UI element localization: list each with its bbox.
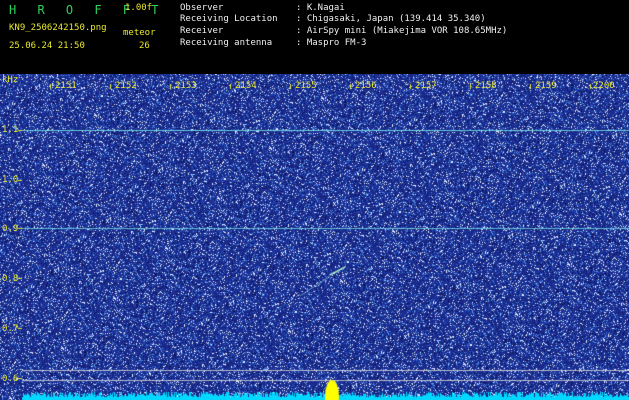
location-value: : Chigasaki, Japan (139.414 35.340) [296, 14, 486, 24]
observer-label: Observer [180, 3, 224, 13]
observer-value: : K.Nagai [296, 3, 345, 13]
x-tick-label: 2154 [235, 81, 257, 91]
spectrogram-canvas[interactable] [0, 74, 629, 400]
y-tick-label: 1.0 [2, 175, 19, 185]
version-label: 1.00f [125, 3, 153, 13]
filename-label: KN9_2506242150.png [9, 23, 107, 33]
y-tick-label: 1.1 [2, 125, 19, 135]
antenna-value: : Maspro FM-3 [296, 38, 367, 48]
y-tick-label: 0.6 [2, 374, 19, 384]
location-label: Receiving Location [180, 14, 278, 24]
y-unit-label: kHz [2, 75, 19, 85]
receiver-value: : AirSpy mini (Miakejima VOR 108.65MHz) [296, 26, 508, 36]
x-tick-label: 2159 [535, 81, 557, 91]
x-tick-label: 2153 [175, 81, 197, 91]
header-panel: H R O F F T 1.00f KN9_2506242150.png met… [0, 0, 629, 74]
receiver-label: Receiver [180, 26, 224, 36]
count-label: 26 [139, 41, 150, 51]
x-tick-label: 2158 [475, 81, 497, 91]
datetime-label: 25.06.24 21:50 [9, 41, 85, 51]
x-tick-label: 2200 [593, 81, 615, 91]
x-tick-label: 2151 [55, 81, 77, 91]
x-tick-label: 2152 [115, 81, 137, 91]
y-tick-label: 0.7 [2, 324, 19, 334]
antenna-label: Receiving antenna [180, 38, 273, 48]
x-tick-label: 2156 [355, 81, 377, 91]
x-tick-label: 2155 [295, 81, 317, 91]
x-tick-label: 2157 [415, 81, 437, 91]
program-label: meteor [123, 28, 156, 38]
y-tick-label: 0.8 [2, 274, 19, 284]
y-tick-label: 0.9 [2, 224, 19, 234]
